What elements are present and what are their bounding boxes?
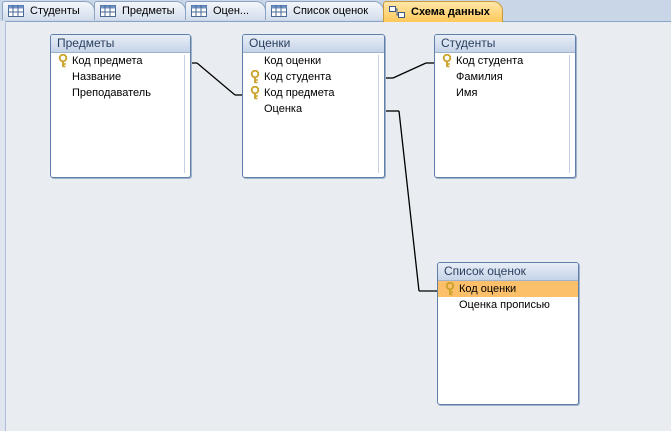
- table-title[interactable]: Список оценок: [438, 263, 578, 281]
- document-tab-strip: Студенты Предметы Оцен... Список оценок …: [0, 0, 671, 22]
- field-row[interactable]: Название: [51, 69, 190, 85]
- tab-label: Список оценок: [293, 5, 369, 17]
- field-row[interactable]: Код оценки: [243, 53, 384, 69]
- table-title[interactable]: Студенты: [435, 35, 575, 53]
- primary-key-icon: [250, 69, 260, 84]
- field-name: Код студента: [456, 55, 524, 67]
- field-list-predmety[interactable]: Предметы Код предмета Название Преподава…: [50, 34, 191, 178]
- table-icon: [271, 5, 287, 17]
- table-title[interactable]: Предметы: [51, 35, 190, 53]
- field-row[interactable]: Фамилия: [435, 69, 575, 85]
- field-name: Фамилия: [456, 71, 503, 83]
- tab-predmety[interactable]: Предметы: [94, 1, 186, 20]
- field-name: Название: [72, 71, 122, 83]
- field-name: Оценка прописью: [459, 299, 550, 311]
- relationship-ocenki-spisok: [384, 110, 437, 292]
- field-name: Преподаватель: [72, 87, 151, 99]
- field-row[interactable]: Преподаватель: [51, 85, 190, 101]
- table-icon: [8, 5, 24, 17]
- tab-label: Схема данных: [411, 6, 490, 18]
- field-row[interactable]: Код предмета: [243, 85, 384, 101]
- field-row[interactable]: Код предмета: [51, 53, 190, 69]
- field-list-scrollbar[interactable]: [569, 55, 573, 173]
- relationships-icon: [389, 6, 405, 18]
- field-list: Код предмета Название Преподаватель: [51, 53, 190, 101]
- tab-skhema-dannykh[interactable]: Схема данных: [383, 1, 503, 22]
- field-row-selected[interactable]: Код оценки: [438, 281, 578, 297]
- field-list-spisok-ocenok[interactable]: Список оценок Код оценки Оценка прописью: [437, 262, 579, 405]
- primary-key-icon: [58, 53, 68, 68]
- tab-spisok-ocenok[interactable]: Список оценок: [265, 1, 384, 20]
- field-name: Код предмета: [72, 55, 143, 67]
- primary-key-icon: [442, 53, 452, 68]
- field-name: Оценка: [264, 103, 303, 115]
- field-row[interactable]: Код студента: [243, 69, 384, 85]
- field-name: Код оценки: [264, 55, 322, 67]
- field-list: Код студента Фамилия Имя: [435, 53, 575, 101]
- tab-ocenki[interactable]: Оцен...: [185, 1, 266, 20]
- field-list-ocenki[interactable]: Оценки Код оценки Код студента Код предм…: [242, 34, 385, 178]
- relationship-ocenki-studenty: [384, 62, 434, 79]
- table-icon: [100, 5, 116, 17]
- tab-studenty[interactable]: Студенты: [2, 1, 95, 20]
- field-row[interactable]: Имя: [435, 85, 575, 101]
- tab-label: Студенты: [30, 5, 80, 17]
- relationship-predmety-ocenki: [190, 62, 242, 96]
- tab-label: Оцен...: [213, 5, 250, 17]
- field-list: Код оценки Код студента Код предмета Оце…: [243, 53, 384, 117]
- primary-key-icon: [445, 281, 455, 296]
- field-name: Имя: [456, 87, 478, 99]
- field-list-scrollbar[interactable]: [184, 55, 188, 173]
- field-name: Код студента: [264, 71, 332, 83]
- field-list-scrollbar[interactable]: [378, 55, 382, 173]
- field-name: Код оценки: [459, 283, 517, 295]
- field-list: Код оценки Оценка прописью: [438, 281, 578, 313]
- table-title[interactable]: Оценки: [243, 35, 384, 53]
- field-row[interactable]: Оценка: [243, 101, 384, 117]
- tab-label: Предметы: [122, 5, 175, 17]
- field-name: Код предмета: [264, 87, 335, 99]
- relationship-canvas: Предметы Код предмета Название Преподава…: [6, 22, 671, 431]
- primary-key-icon: [250, 85, 260, 100]
- table-icon: [191, 5, 207, 17]
- field-row[interactable]: Код студента: [435, 53, 575, 69]
- field-row[interactable]: Оценка прописью: [438, 297, 578, 313]
- field-list-studenty[interactable]: Студенты Код студента Фамилия Имя: [434, 34, 576, 178]
